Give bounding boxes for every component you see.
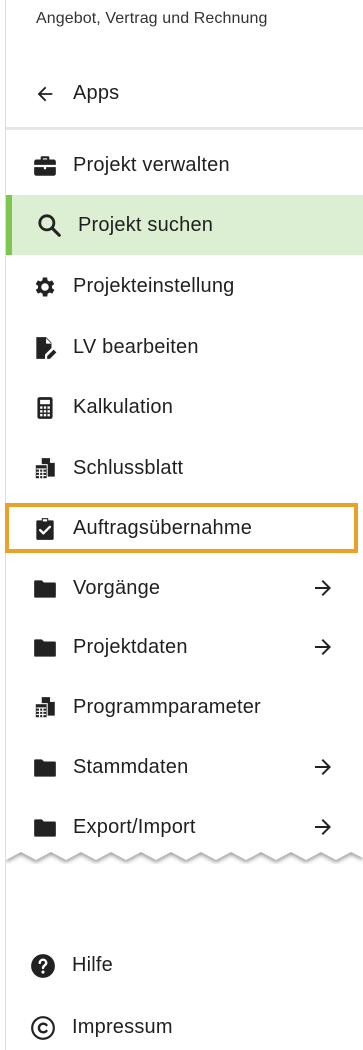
divider — [6, 127, 363, 130]
menu-item-auftragsuebernahme[interactable]: Auftragsübernahme — [5, 503, 358, 553]
apps-back-link[interactable]: Apps — [6, 68, 363, 118]
menu-item-label: Kalkulation — [73, 395, 174, 418]
menu-item-label: Projekt verwalten — [73, 153, 230, 176]
folder-icon — [32, 576, 58, 602]
arrow-left-icon — [32, 81, 58, 107]
folder-icon — [32, 755, 58, 781]
briefcase-icon — [32, 153, 58, 179]
menu-item-programmparameter[interactable]: Programmparameter — [6, 682, 363, 732]
menu-item-label: Stammdaten — [73, 755, 189, 778]
footer-item-hilfe[interactable]: Hilfe — [6, 940, 363, 990]
menu-item-schlussblatt[interactable]: Schlussblatt — [6, 443, 363, 493]
apps-label: Apps — [73, 81, 120, 104]
calculator-icon — [32, 395, 58, 421]
menu-item-kalkulation[interactable]: Kalkulation — [6, 382, 363, 432]
torn-edge-divider — [6, 848, 363, 863]
file-edit-icon — [32, 335, 58, 361]
footer-item-impressum[interactable]: Impressum — [6, 1002, 363, 1050]
copyright-icon — [30, 1015, 56, 1041]
menu-item-projekt-suchen[interactable]: Projekt suchen — [6, 195, 363, 255]
menu-item-label: Export/Import — [73, 815, 196, 838]
menu-item-export-import[interactable]: Export/Import — [6, 802, 363, 852]
menu-item-label: Projektdaten — [73, 635, 188, 658]
spreadsheet-icon — [32, 456, 58, 482]
menu-item-vorgaenge[interactable]: Vorgänge — [6, 563, 363, 613]
footer-item-label: Hilfe — [72, 953, 114, 976]
menu-item-label: Programmparameter — [73, 695, 261, 718]
arrow-right-icon — [311, 755, 337, 781]
footer-item-label: Impressum — [72, 1015, 173, 1038]
menu-item-projekteinstellung[interactable]: Projekteinstellung — [6, 261, 363, 311]
menu-item-projekt-verwalten[interactable]: Projekt verwalten — [6, 140, 363, 190]
gear-icon — [32, 274, 58, 300]
menu-item-lv-bearbeiten[interactable]: LV bearbeiten — [6, 322, 363, 372]
menu-item-label: Vorgänge — [73, 576, 161, 599]
menu-item-projektdaten[interactable]: Projektdaten — [6, 622, 363, 672]
menu-item-label: Auftragsübernahme — [73, 516, 253, 539]
menu-item-label: Projekteinstellung — [73, 274, 235, 297]
app-subtitle: Angebot, Vertrag und Rechnung — [36, 10, 268, 27]
folder-icon — [32, 635, 58, 661]
arrow-right-icon — [311, 635, 337, 661]
arrow-right-icon — [311, 815, 337, 841]
selection-indicator — [6, 195, 12, 255]
search-icon — [36, 212, 62, 238]
folder-icon — [32, 815, 58, 841]
arrow-right-icon — [311, 576, 337, 602]
menu-item-label: Schlussblatt — [73, 456, 184, 479]
menu-item-label: LV bearbeiten — [73, 335, 199, 358]
menu-item-stammdaten[interactable]: Stammdaten — [6, 742, 363, 792]
spreadsheet-icon — [32, 695, 58, 721]
clipboard-check-icon — [32, 516, 58, 542]
menu-item-label: Projekt suchen — [78, 213, 214, 236]
help-circle-icon — [30, 953, 56, 979]
